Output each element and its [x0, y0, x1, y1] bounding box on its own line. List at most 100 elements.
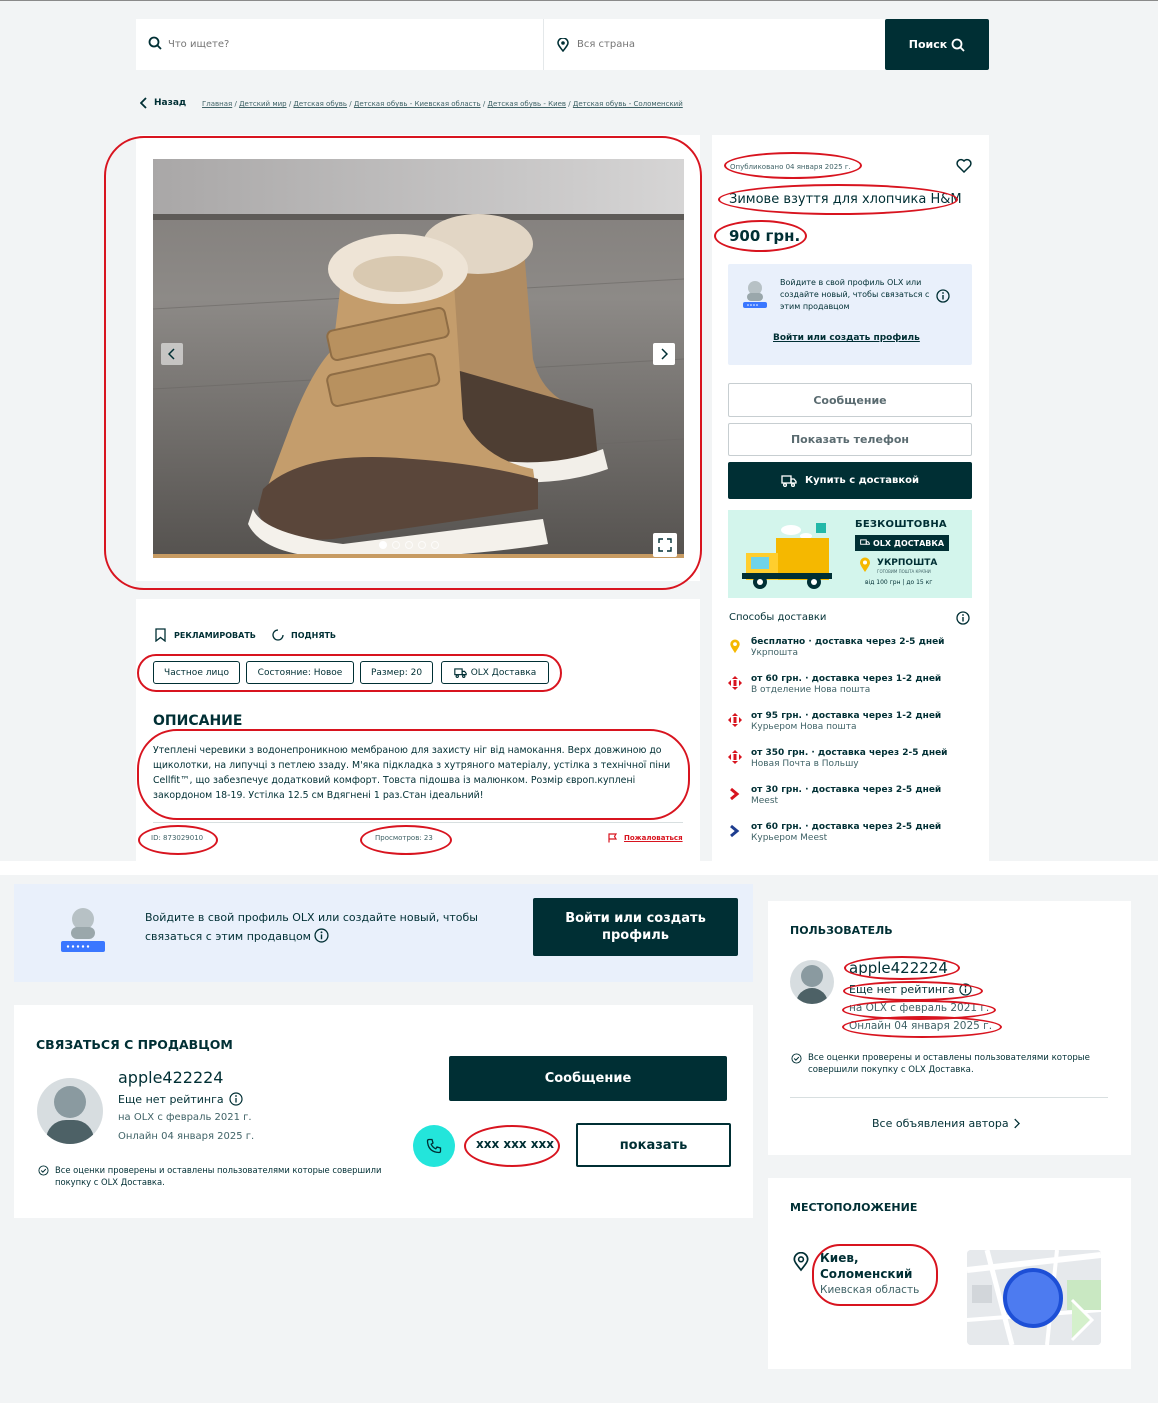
login-banner: Войдите в свой профиль OLX или создайте … [14, 884, 753, 982]
verified-note-text: Все оценки проверены и оставлены пользов… [808, 1053, 1090, 1075]
breadcrumb-item[interactable]: Детская обувь - Соломенский [573, 100, 683, 108]
bookmark-icon [155, 628, 166, 642]
slide-dot[interactable] [405, 541, 413, 549]
avatar [37, 1078, 103, 1144]
divider [153, 822, 683, 823]
tag-size: Размер: 20 [360, 661, 433, 684]
seller-rating-label: Еще нет рейтинга [118, 1092, 224, 1106]
buy-button-label: Купить с доставкой [804, 475, 920, 486]
contact-seller-heading: СВЯЗАТЬСЯ С ПРОДАВЦОМ [36, 1037, 233, 1052]
search-button[interactable]: Поиск [885, 19, 989, 70]
delivery-methods-title: Способы доставки [729, 612, 827, 623]
raise-button[interactable]: ПОДНЯТЬ [271, 628, 336, 642]
delivery-option: бесплатно · доставка через 2-5 дней Укрпо… [728, 637, 968, 658]
search-input[interactable] [168, 34, 528, 54]
buy-with-delivery-button[interactable]: Купить с доставкой [728, 462, 972, 499]
prev-slide-button[interactable] [161, 343, 183, 365]
delivery-option: от 350 грн. · доставка через 2-5 дней Нов… [728, 748, 968, 769]
slide-dot[interactable] [431, 541, 439, 549]
favorite-heart-icon[interactable] [956, 158, 972, 174]
breadcrumb-item[interactable]: Детская обувь [293, 100, 347, 108]
login-link[interactable]: Войти или создать профиль [773, 333, 920, 343]
all-ads-link[interactable]: Все объявления автора [872, 1117, 1020, 1130]
delivery-option-price: от 350 грн. · доставка через 2-5 дней [751, 748, 948, 758]
seller-since: на OLX с февраль 2021 г. [118, 1112, 252, 1123]
login-or-register-button[interactable]: Войти или создать профиль [533, 898, 738, 956]
delivery-option-price: от 30 грн. · доставка через 2-5 дней [751, 785, 942, 795]
tag-label: Размер: 20 [370, 667, 423, 678]
breadcrumb-item[interactable]: Детская обувь - Киевская область [354, 100, 481, 108]
slide-dot[interactable] [379, 541, 387, 549]
promo-headline: БЕЗКОШТОВНА [855, 519, 947, 530]
user-online: Онлайн 04 января 2025 г. [849, 1020, 993, 1032]
next-slide-button[interactable] [653, 343, 675, 365]
raise-label: ПОДНЯТЬ [291, 630, 337, 640]
info-icon[interactable] [958, 983, 972, 996]
location-map[interactable] [967, 1250, 1101, 1345]
info-icon[interactable] [936, 288, 950, 303]
verified-note: Все оценки проверены и оставлены пользов… [38, 1164, 388, 1188]
user-card: ПОЛЬЗОВАТЕЛЬ apple422224 Еще нет рейтинг… [768, 901, 1131, 1155]
slide-dot[interactable] [392, 541, 400, 549]
seller-rating: Еще нет рейтинга [118, 1092, 243, 1106]
tag-olx-delivery: OLX Доставка [441, 661, 549, 684]
meest-icon [728, 824, 742, 838]
location-input[interactable] [577, 34, 857, 54]
breadcrumb-item[interactable]: Детский мир [239, 100, 287, 108]
free-delivery-promo[interactable]: БЕЗКОШТОВНА OLX ДОСТАВКА УКРПОШТА ГОТОВИ… [728, 510, 972, 598]
delivery-option-carrier: Новая Почта в Польшу [751, 759, 859, 769]
message-button[interactable]: Сообщение [728, 383, 972, 417]
user-rating-label: Еще нет рейтинга [849, 983, 955, 996]
seller-online: Онлайн 04 января 2025 г. [118, 1131, 255, 1142]
delivery-option-carrier: Курьером Meest [751, 833, 828, 843]
fullscreen-button[interactable] [653, 533, 677, 557]
avatar [790, 960, 834, 1004]
verified-note-text: Все оценки проверены и оставлены пользов… [55, 1165, 382, 1187]
nova-poshta-icon [728, 676, 742, 690]
expand-icon [658, 538, 672, 552]
slide-dot[interactable] [418, 541, 426, 549]
info-icon[interactable] [229, 1092, 243, 1106]
login-prompt-small: Войдите в свой профиль OLX или создайте … [728, 264, 972, 365]
truck-icon [860, 539, 870, 545]
divider [543, 19, 544, 70]
phone-icon[interactable] [413, 1125, 455, 1167]
info-icon[interactable] [956, 610, 970, 625]
delivery-option: от 60 грн. · доставка через 2-5 дней Курь… [728, 822, 968, 843]
delivery-option-carrier: Meest [751, 796, 779, 806]
user-lock-icon [742, 278, 768, 310]
seller-name[interactable]: apple422224 [118, 1068, 223, 1087]
delivery-option-price: от 60 грн. · доставка через 2-5 дней [751, 822, 942, 832]
verified-note: Все оценки проверены и оставлены пользов… [791, 1052, 1111, 1076]
info-icon[interactable] [314, 928, 330, 943]
product-photo[interactable] [153, 159, 684, 558]
location-region: Киевская область [820, 1284, 920, 1296]
flag-icon [608, 833, 618, 843]
refresh-icon [272, 629, 284, 641]
user-heading: ПОЛЬЗОВАТЕЛЬ [790, 924, 893, 937]
chevron-left-icon [140, 97, 147, 109]
location-pin-icon [793, 1251, 809, 1272]
back-link[interactable]: Назад [140, 97, 186, 109]
breadcrumb-item[interactable]: Главная [202, 100, 232, 108]
show-phone-button[interactable]: Показать телефон [728, 423, 972, 456]
user-since: на OLX с февраль 2021 г. [849, 1002, 990, 1014]
delivery-truck-illustration [742, 523, 832, 589]
view-count: Просмотров: 23 [375, 834, 433, 842]
breadcrumb-separator: / [566, 100, 573, 108]
contact-seller-card: СВЯЗАТЬСЯ С ПРОДАВЦОМ apple422224 Еще не… [14, 1005, 753, 1218]
show-phone-button[interactable]: показать [576, 1123, 731, 1167]
contact-message-button[interactable]: Сообщение [449, 1056, 727, 1101]
user-name[interactable]: apple422224 [849, 959, 948, 977]
chevron-right-icon [661, 348, 668, 360]
truck-icon [453, 667, 467, 678]
carrier-name: УКРПОШТА [877, 558, 938, 568]
delivery-option: от 60 грн. · доставка через 1-2 дней В от… [728, 674, 968, 695]
listing-price: 900 грн. [729, 227, 801, 245]
slide-indicators [379, 541, 439, 549]
breadcrumb-item[interactable]: Детская обувь - Киев [487, 100, 566, 108]
promote-button[interactable]: РЕКЛАМИРОВАТЬ [155, 628, 256, 642]
search-button-label: Поиск [908, 38, 948, 51]
report-link[interactable]: Пожаловаться [608, 833, 683, 843]
listing-title: Зимове взуття для хлопчика H&M [729, 192, 962, 207]
